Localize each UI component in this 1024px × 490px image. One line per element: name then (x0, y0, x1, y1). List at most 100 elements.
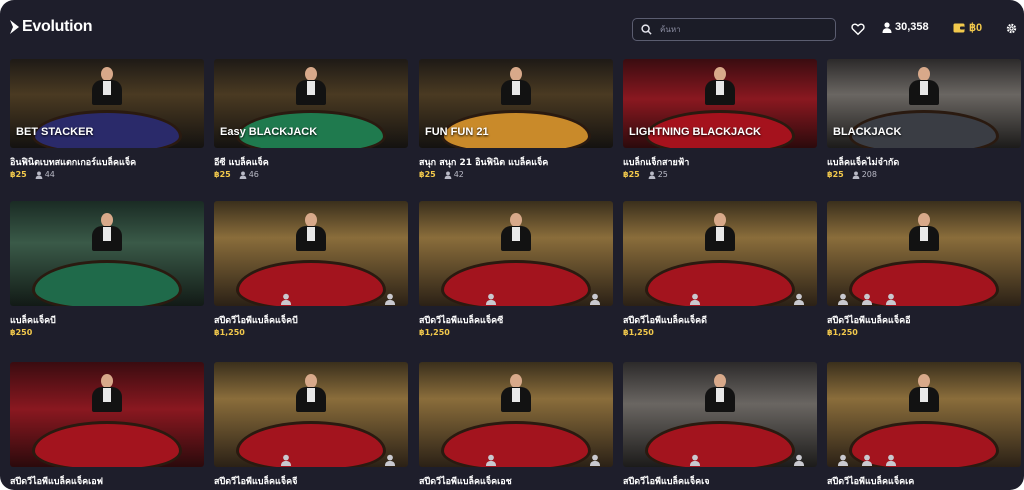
table-felt (645, 421, 795, 467)
players-count: 30,358 (895, 21, 929, 33)
table-felt (236, 260, 386, 306)
players-count-value: 42 (453, 170, 464, 179)
open-seat-icon[interactable] (280, 451, 292, 466)
game-thumbnail[interactable] (10, 362, 204, 467)
table-felt (441, 260, 591, 306)
game-thumbnail[interactable] (827, 362, 1021, 467)
open-seat-icon[interactable] (793, 451, 805, 466)
dealer-figure (501, 213, 531, 251)
game-meta: ฿25 208 (827, 170, 877, 179)
open-seat-icon[interactable] (280, 290, 292, 305)
open-seat-icon[interactable] (885, 290, 897, 305)
dealer-figure (705, 67, 735, 105)
game-title: สปีดวีไอพีแบล็คแจ็คเค (827, 477, 915, 487)
game-title: สปีดวีไอพีแบล็คแจ็คจี (214, 477, 298, 487)
min-bet: ฿25 (623, 170, 640, 179)
open-seat-icon[interactable] (837, 451, 849, 466)
min-bet: ฿1,250 (827, 328, 858, 337)
game-meta: ฿25 25 (623, 170, 668, 179)
open-seat-icon[interactable] (485, 290, 497, 305)
players-at-table: 42 (444, 170, 464, 179)
logo-text: Evolution (22, 18, 93, 35)
dealer-figure (296, 67, 326, 105)
players-count-value: 44 (44, 170, 55, 179)
dealer-figure (501, 67, 531, 105)
wallet-icon (953, 23, 965, 32)
game-thumbnail[interactable] (623, 362, 817, 467)
players-count-value: 46 (248, 170, 259, 179)
user-icon (882, 21, 892, 33)
game-title: สปีดวีไอพีแบล็คแจ็คอี (827, 316, 911, 326)
game-meta: ฿1,250 (623, 328, 654, 337)
user-icon (444, 170, 452, 179)
open-seat-icon[interactable] (384, 451, 396, 466)
game-meta: ฿1,250 (419, 328, 450, 337)
dealer-figure (909, 213, 939, 251)
min-bet: ฿25 (419, 170, 436, 179)
game-title: แบล็คแจ็คบี (10, 316, 56, 326)
game-thumbnail[interactable] (827, 201, 1021, 306)
dealer-figure (296, 213, 326, 251)
table-felt (32, 260, 182, 306)
open-seat-icon[interactable] (485, 451, 497, 466)
table-felt (645, 260, 795, 306)
game-thumbnail[interactable]: BLACKJACK (827, 59, 1021, 148)
open-seat-icon[interactable] (885, 451, 897, 466)
game-thumbnail[interactable]: FUN FUN 21 (419, 59, 613, 148)
open-seat-icon[interactable] (589, 451, 601, 466)
search-input[interactable] (660, 25, 820, 34)
game-thumbnail[interactable]: LIGHTNING BLACKJACK (623, 59, 817, 148)
min-bet: ฿1,250 (214, 328, 245, 337)
favorites-heart-icon[interactable] (851, 22, 865, 36)
dealer-figure (705, 374, 735, 412)
open-seat-icon[interactable] (861, 451, 873, 466)
user-icon (648, 170, 656, 179)
game-thumbnail[interactable] (419, 362, 613, 467)
game-meta: ฿25 46 (214, 170, 259, 179)
game-logo: Easy BLACKJACK (220, 126, 318, 138)
open-seat-icon[interactable] (589, 290, 601, 305)
min-bet: ฿1,250 (419, 328, 450, 337)
open-seat-icon[interactable] (689, 290, 701, 305)
game-title: แบล็คแจ็คไม่จำกัด (827, 158, 900, 168)
user-icon (852, 170, 860, 179)
search-box[interactable] (632, 18, 836, 41)
open-seat-icon[interactable] (837, 290, 849, 305)
min-bet: ฿25 (827, 170, 844, 179)
evolution-logo[interactable]: Evolution (10, 18, 92, 36)
open-seat-icon[interactable] (384, 290, 396, 305)
game-thumbnail[interactable] (10, 201, 204, 306)
logo-chevron-icon (10, 20, 19, 34)
game-thumbnail[interactable] (623, 201, 817, 306)
players-at-table: 44 (35, 170, 55, 179)
game-thumbnail[interactable]: Easy BLACKJACK (214, 59, 408, 148)
table-felt (32, 421, 182, 467)
game-thumbnail[interactable] (214, 201, 408, 306)
game-title: สนุก สนุก 21 อินฟินิต แบล็คแจ็ค (419, 158, 549, 168)
user-icon (239, 170, 247, 179)
open-seat-icon[interactable] (861, 290, 873, 305)
game-logo: BLACKJACK (833, 126, 902, 138)
open-seat-icon[interactable] (689, 451, 701, 466)
dealer-figure (296, 374, 326, 412)
game-meta: ฿250 (10, 328, 32, 337)
game-title: สปีดวีไอพีแบล็คแจ็คซี (419, 316, 504, 326)
players-at-table: 208 (852, 170, 877, 179)
game-logo: BET STACKER (16, 126, 94, 138)
game-title: สปีดวีไอพีแบล็คแจ็คเอฟ (10, 477, 103, 487)
search-icon (641, 24, 652, 35)
top-header: Evolution 30,358 ฿0 (0, 0, 1024, 58)
open-seat-icon[interactable] (793, 290, 805, 305)
game-thumbnail[interactable] (214, 362, 408, 467)
dealer-figure (92, 374, 122, 412)
dealer-figure (909, 67, 939, 105)
game-logo: FUN FUN 21 (425, 126, 489, 138)
table-felt (236, 421, 386, 467)
balance[interactable]: ฿0 (953, 21, 982, 34)
game-thumbnail[interactable] (419, 201, 613, 306)
game-title: อีซี แบล็คแจ็ค (214, 158, 269, 168)
settings-gear-icon[interactable] (1005, 22, 1018, 35)
game-thumbnail[interactable]: BET STACKER (10, 59, 204, 148)
players-count-value: 25 (657, 170, 668, 179)
app-frame: Evolution 30,358 ฿0 (0, 0, 1024, 490)
